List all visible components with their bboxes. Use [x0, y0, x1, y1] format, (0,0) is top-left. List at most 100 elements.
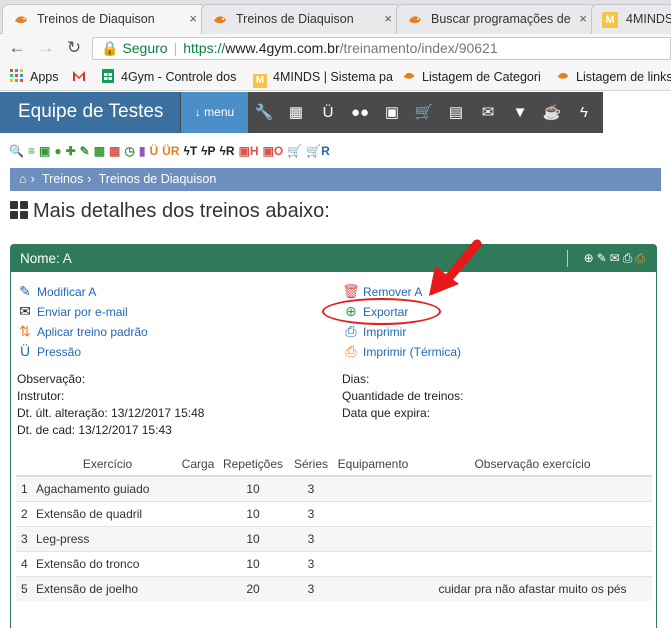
cart-r-icon[interactable]: 🛒R [306, 142, 330, 160]
table-cell [179, 475, 217, 501]
home-icon[interactable]: ⌂ [19, 172, 27, 186]
bolt-t-icon[interactable]: ϟT [183, 142, 197, 160]
wrench-icon[interactable]: 🔧 [248, 92, 280, 133]
url-separator: | [173, 40, 178, 56]
envelope-icon[interactable]: ✉ [472, 92, 504, 133]
coffee-icon[interactable]: ☕ [536, 92, 568, 133]
print-thermal-link[interactable]: ⎙ Imprimir (Térmica) [342, 343, 461, 360]
exercises-table-body: 1 Agachamento guiado 10 3 2 Extensão de quadr… [16, 475, 652, 601]
bookmark-4gym[interactable]: 4Gym - Controle dos [101, 69, 236, 85]
table-cell [333, 500, 413, 526]
print-icon[interactable]: ⎙ [623, 251, 636, 265]
table-cell [333, 550, 413, 576]
close-icon[interactable]: × [384, 5, 392, 33]
address-bar[interactable]: 🔒 Seguro | https://www.4gym.com.br/treiname… [92, 37, 671, 60]
print-icon: ⎙ [345, 323, 357, 339]
table-cell: 10 [217, 500, 289, 526]
fish-icon [15, 16, 27, 24]
money-icon[interactable]: ▣ [376, 92, 408, 133]
bookmark-gmail[interactable] [72, 69, 92, 85]
quick-actions-bar: 🔍 ≡ ▣ ● ✚ ✎ ▦ ▦ ◷ ▮ Ü ÜR ϟT ϟP ϟR ▣H ▣O 🛒 🛒R [9, 142, 334, 160]
reload-icon[interactable]: ↻ [63, 38, 85, 58]
money-h-icon[interactable]: ▣H [239, 142, 259, 160]
users-icon[interactable]: ✚ [66, 142, 76, 160]
table-cell: 3 [289, 575, 333, 601]
forward-arrow-icon[interactable]: → [35, 38, 57, 58]
filter-icon[interactable]: ▼ [504, 92, 536, 133]
instructor-field: Instrutor: [17, 389, 65, 403]
sheets-icon [102, 69, 114, 83]
bookmarks-bar: Apps 4Gym - Controle dos M 4MINDS | Siste… [0, 63, 671, 91]
bookmark-apps[interactable]: Apps [10, 69, 59, 85]
tab-title: Buscar programações de [431, 12, 571, 26]
col-exercise: Exercício [36, 452, 179, 477]
user-icon[interactable]: ● [54, 142, 61, 160]
list-icon[interactable]: ≡ [28, 142, 35, 160]
browser-tab-3[interactable]: Buscar programações de × [396, 4, 596, 34]
bookmark-listagem-links[interactable]: Listagem de links [556, 69, 671, 85]
browser-tab-strip: Treinos de Diaquison × Treinos de Diaqui… [0, 0, 671, 34]
breadcrumb-item-treinos[interactable]: Treinos [42, 172, 83, 186]
apply-default-workout-link[interactable]: ⇅ Aplicar treino padrão [16, 323, 148, 340]
envelope-icon: ✉ [19, 303, 31, 319]
table-cell [413, 525, 652, 551]
highlight-ring [322, 298, 441, 325]
clock-icon[interactable]: ◷ [124, 142, 134, 160]
print-link[interactable]: ⎙ Imprimir [342, 323, 406, 340]
created-date-field: Dt. de cad: 13/12/2017 15:43 [17, 423, 172, 437]
calendar-red-icon[interactable]: ▦ [109, 142, 120, 160]
bookmark-listagem-categorias[interactable]: Listagem de Categori [402, 69, 541, 85]
browser-tab-1[interactable]: Treinos de Diaquison × [2, 4, 206, 34]
table-cell: Leg-press [36, 525, 179, 551]
lock-icon: 🔒 [101, 40, 119, 56]
print-thermal-icon[interactable]: ⎙ [635, 251, 648, 265]
pressure-link[interactable]: Ü Pressão [16, 343, 81, 360]
sort-icon: ⇅ [19, 323, 31, 339]
panel-title: Nome: A [20, 251, 72, 266]
bolt-p-icon[interactable]: ϟP [201, 142, 215, 160]
money-icon[interactable]: ▣ [39, 142, 50, 160]
money-o-icon[interactable]: ▣O [263, 142, 284, 160]
action-label: Remover A [363, 285, 423, 299]
tab-title: 4MINDS [626, 12, 671, 26]
bookmark-icon[interactable]: ▮ [139, 142, 146, 160]
users-icon[interactable]: ●● [344, 92, 376, 133]
cart-icon[interactable]: 🛒 [408, 92, 440, 133]
browser-tab-2[interactable]: Treinos de Diaquison × [201, 4, 401, 34]
table-cell [179, 575, 217, 601]
envelope-icon[interactable]: ✉ [610, 251, 623, 265]
table-cell [333, 475, 413, 501]
action-label: Enviar por e-mail [37, 305, 128, 319]
annotation-arrow-icon [429, 239, 482, 296]
bookmark-4minds[interactable]: M 4MINDS | Sistema pa [253, 69, 393, 88]
brand-title[interactable]: Equipe de Testes [0, 92, 180, 133]
close-icon[interactable]: × [189, 5, 197, 33]
pencil-icon[interactable]: ✎ [597, 251, 610, 265]
calendar-icon[interactable]: ▦ [94, 142, 105, 160]
stethoscope-icon[interactable]: Ü [312, 92, 344, 133]
search-icon[interactable]: 🔍 [9, 142, 24, 160]
action-label: Pressão [37, 345, 82, 359]
bolt-r-icon[interactable]: ϟR [220, 142, 235, 160]
header-divider [567, 250, 568, 267]
url-scheme: https:// [183, 40, 226, 56]
close-icon[interactable]: × [579, 5, 587, 33]
file-icon[interactable]: ▤ [440, 92, 472, 133]
menu-button[interactable]: ↓ menu [181, 92, 248, 133]
modify-link[interactable]: ✎ Modificar A [16, 283, 96, 300]
days-field: Dias: [342, 372, 370, 386]
upload-icon[interactable]: ⊕ [584, 251, 597, 265]
browser-tab-4[interactable]: M 4MINDS [591, 4, 671, 34]
stethoscope-icon[interactable]: Ü [149, 142, 158, 160]
app-header: Equipe de Testes ↓ menu 🔧 ▦ Ü ●● ▣ 🛒 ▤ ✉… [0, 92, 671, 133]
table-cell: 3 [289, 475, 333, 501]
bolt-icon[interactable]: ϟ [568, 92, 600, 133]
send-email-link[interactable]: ✉ Enviar por e-mail [16, 303, 128, 320]
back-arrow-icon[interactable]: ← [6, 38, 28, 58]
table-cell: Extensão de quadril [36, 500, 179, 526]
calendar-icon[interactable]: ▦ [280, 92, 312, 133]
stethoscope-r-icon[interactable]: ÜR [162, 142, 179, 160]
pencil-icon[interactable]: ✎ [80, 142, 90, 160]
cart-icon[interactable]: 🛒 [287, 142, 302, 160]
table-cell [413, 475, 652, 501]
